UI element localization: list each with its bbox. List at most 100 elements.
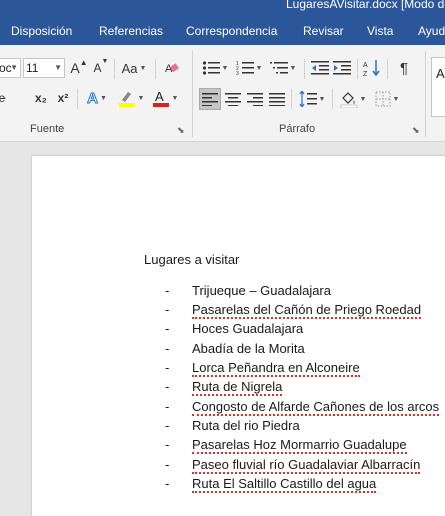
group-divider: [425, 51, 426, 137]
text-effects-button[interactable]: A ▼: [82, 88, 112, 108]
multilevel-list-icon: [269, 62, 288, 74]
sort-button[interactable]: AZ: [362, 57, 382, 79]
list-item-text: Congosto de Alfarde Cañones de los arcos: [192, 399, 440, 416]
bullet-dash: -: [165, 341, 170, 356]
align-left-icon: [202, 93, 218, 106]
title-bar: LugaresAVisitar.docx [Modo de: [0, 0, 445, 17]
font-color-icon: A: [152, 89, 169, 107]
list-item-text: Trijueque – Guadalajara: [192, 283, 331, 298]
highlight-button[interactable]: ▼: [116, 88, 146, 108]
list-item-text: Abadía de la Morita: [192, 341, 305, 356]
style-gallery[interactable]: A: [431, 57, 445, 117]
font-size-combo[interactable]: 11 ▼: [23, 58, 65, 78]
strikethrough-button[interactable]: e: [0, 88, 8, 108]
bullets-button[interactable]: ▼: [199, 57, 231, 79]
divider: [114, 59, 115, 79]
divider: [357, 59, 358, 79]
paint-bucket-icon: [340, 92, 357, 108]
divider: [77, 89, 78, 109]
shading-button[interactable]: ▼: [338, 88, 368, 110]
bullet-dash: -: [165, 476, 170, 491]
style-preview: A: [436, 66, 445, 81]
tab-correspondencia[interactable]: Correspondencia: [186, 24, 277, 38]
line-spacing-button[interactable]: ▼: [297, 88, 327, 110]
bullet-list-icon: [202, 61, 220, 75]
ribbon-tabs: Disposición Referencias Correspondencia …: [0, 17, 445, 45]
multilevel-list-button[interactable]: ▼: [267, 57, 299, 79]
align-right-button[interactable]: [244, 88, 266, 110]
decrease-indent-icon: [311, 61, 329, 75]
font-color-button[interactable]: A ▼: [150, 88, 180, 108]
svg-text:Z: Z: [363, 71, 368, 77]
shrink-font-button[interactable]: A ▼: [92, 58, 110, 78]
bullet-dash: -: [165, 457, 170, 472]
borders-icon: [375, 91, 391, 107]
group-divider: [192, 51, 193, 137]
group-label-fuente: Fuente: [30, 123, 65, 135]
tab-vista[interactable]: Vista: [367, 24, 393, 38]
tab-ayuda[interactable]: Ayuda: [418, 24, 445, 38]
window-title: LugaresAVisitar.docx [Modo de: [286, 0, 445, 11]
chevron-down-icon: ▼: [54, 63, 62, 72]
tab-revisar[interactable]: Revisar: [303, 24, 344, 38]
font-size-value: 11: [26, 61, 39, 75]
superscript-button[interactable]: x²: [54, 88, 72, 108]
tab-disposicion[interactable]: Disposición: [11, 24, 72, 38]
subscript-icon: x₂: [34, 91, 47, 105]
bullet-dash: -: [165, 321, 170, 336]
eraser-icon: A: [165, 63, 179, 75]
divider: [387, 59, 388, 79]
change-case-button[interactable]: Aa ▼: [119, 58, 149, 78]
grow-font-button[interactable]: A ▲: [70, 58, 88, 78]
sort-icon: AZ: [363, 60, 380, 77]
grow-font-icon: A: [70, 60, 80, 76]
bullet-dash: -: [165, 302, 170, 317]
svg-text:A: A: [155, 89, 164, 104]
line-spacing-icon: [299, 91, 317, 107]
list-item-text: Pasarelas del Cañón de Priego Roedad: [192, 302, 422, 319]
change-case-icon: Aa: [121, 60, 138, 76]
align-center-button[interactable]: [222, 88, 244, 110]
clear-formatting-button[interactable]: A: [162, 58, 182, 78]
list-item-text: Paseo fluvial río Guadalaviar Albarracín: [192, 457, 421, 474]
bullet-dash: -: [165, 437, 170, 452]
list-item-text: Ruta de Nigrela: [192, 379, 283, 396]
divider: [291, 89, 292, 109]
svg-text:A: A: [363, 62, 368, 69]
list-item-text: Ruta del rio Piedra: [192, 418, 300, 433]
increase-indent-button[interactable]: [332, 57, 352, 79]
subscript-button[interactable]: x₂: [32, 88, 50, 108]
highlighter-icon: [118, 92, 135, 107]
shrink-font-icon: A: [93, 61, 102, 75]
list-item-text: Hoces Guadalajara: [192, 321, 304, 336]
list-item-text: Pasarelas Hoz Mormarrio Guadalupe: [192, 437, 407, 454]
bullet-dash: -: [165, 379, 170, 394]
numbering-button[interactable]: 1 2 3 ▼: [233, 57, 265, 79]
pilcrow-icon: ¶: [399, 59, 409, 77]
borders-button[interactable]: ▼: [372, 88, 402, 110]
tab-referencias[interactable]: Referencias: [99, 24, 163, 38]
superscript-icon: x²: [57, 91, 69, 105]
justify-icon: [269, 93, 285, 106]
increase-indent-icon: [333, 61, 351, 75]
strikethrough-icon: e: [0, 91, 6, 105]
divider: [332, 89, 333, 109]
bullet-dash: -: [165, 283, 170, 298]
dialog-launcher-icon[interactable]: ⬊: [412, 125, 420, 136]
show-formatting-button[interactable]: ¶: [394, 57, 414, 79]
decrease-indent-button[interactable]: [310, 57, 330, 79]
align-left-button[interactable]: [199, 88, 221, 110]
font-name-combo[interactable]: oc ▼: [0, 58, 21, 78]
dialog-launcher-icon[interactable]: ⬊: [177, 125, 185, 136]
svg-text:3: 3: [236, 71, 239, 76]
list-item-text: Lorca Peñandra en Alconeire: [192, 360, 360, 377]
bullet-dash: -: [165, 360, 170, 375]
document-heading: Lugares a visitar: [144, 252, 240, 267]
divider: [304, 59, 305, 79]
group-label-parrafo: Párrafo: [279, 123, 316, 135]
justify-button[interactable]: [266, 88, 288, 110]
divider: [155, 59, 156, 79]
align-center-icon: [225, 93, 241, 106]
chevron-down-icon: ▼: [10, 63, 18, 72]
text-effects-icon: A: [87, 89, 99, 107]
